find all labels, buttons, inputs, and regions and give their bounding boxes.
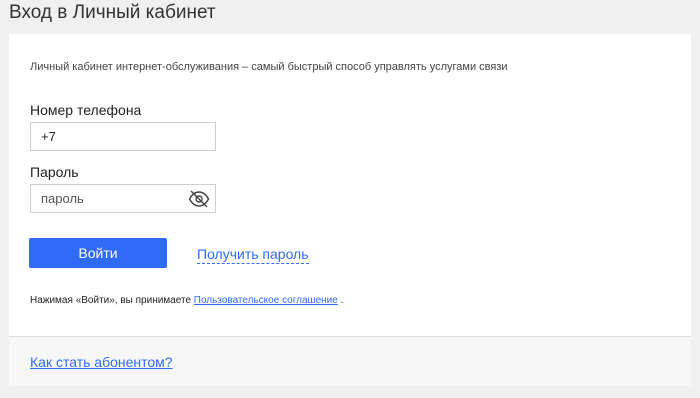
agreement-text: Нажимая «Войти», вы принимаете Пользоват…	[30, 295, 343, 306]
agreement-prefix: Нажимая «Войти», вы принимаете	[30, 295, 191, 306]
get-password-link[interactable]: Получить пароль	[197, 246, 309, 264]
agreement-suffix: .	[340, 295, 344, 306]
login-button[interactable]: Войти	[29, 238, 167, 268]
phone-field-box	[30, 122, 216, 151]
login-subtitle: Личный кабинет интернет-обслуживания – с…	[30, 61, 508, 73]
password-label: Пароль	[30, 164, 79, 180]
phone-input[interactable]	[31, 123, 215, 150]
eye-slash-icon[interactable]	[185, 187, 213, 211]
phone-label: Номер телефона	[30, 102, 142, 118]
become-subscriber-link[interactable]: Как стать абонентом?	[30, 354, 173, 370]
user-agreement-link[interactable]: Пользовательское соглашение	[194, 295, 338, 306]
login-card: Личный кабинет интернет-обслуживания – с…	[9, 34, 691, 386]
page-title: Вход в Личный кабинет	[9, 2, 216, 23]
card-footer: Как стать абонентом?	[9, 337, 691, 386]
password-field-box	[30, 184, 216, 213]
